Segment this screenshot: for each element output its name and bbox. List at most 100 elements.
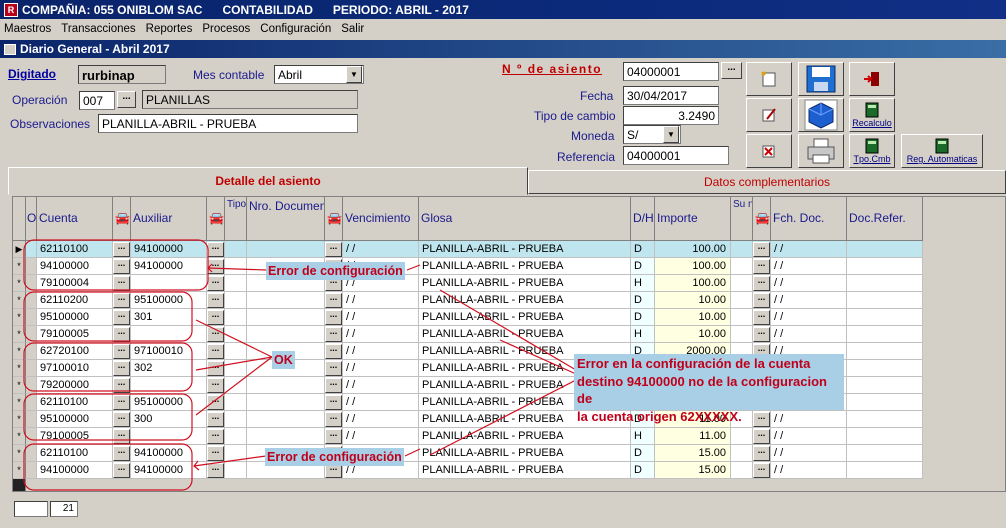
cell-doc-refer[interactable] bbox=[847, 360, 923, 377]
cell-auxiliar[interactable]: 94100000 bbox=[131, 241, 207, 258]
cell-o[interactable] bbox=[26, 258, 37, 275]
cell-glosa[interactable]: PLANILLA-ABRIL - PRUEBA bbox=[419, 258, 631, 275]
edit-record-button[interactable] bbox=[746, 98, 792, 132]
row-indicator[interactable]: * bbox=[13, 445, 26, 462]
cell-doc-refer[interactable] bbox=[847, 241, 923, 258]
cell-importe[interactable]: 10.00 bbox=[655, 309, 731, 326]
process-button[interactable] bbox=[798, 98, 844, 132]
cell-tipo-doc[interactable] bbox=[225, 309, 247, 326]
row-indicator[interactable]: * bbox=[13, 462, 26, 479]
new-row[interactable] bbox=[13, 479, 1005, 491]
save-button[interactable] bbox=[798, 62, 844, 96]
cell-nro-documento[interactable] bbox=[247, 292, 325, 309]
cell-dh[interactable]: D bbox=[631, 309, 655, 326]
auxiliar-lookup-button[interactable]: ... bbox=[207, 378, 224, 393]
auxiliar-lookup-button[interactable]: ... bbox=[207, 463, 224, 478]
row-indicator[interactable]: * bbox=[13, 309, 26, 326]
tab-datos-complementarios[interactable]: Datos complementarios bbox=[528, 170, 1006, 194]
exit-button[interactable] bbox=[849, 62, 895, 96]
cell-nro-documento[interactable] bbox=[247, 326, 325, 343]
auxiliar-lookup-button[interactable]: ... bbox=[207, 429, 224, 444]
row-indicator[interactable]: * bbox=[13, 411, 26, 428]
cell-cuenta[interactable]: 79100004 bbox=[37, 275, 113, 292]
cell-dh[interactable]: D bbox=[631, 258, 655, 275]
cuenta-lookup-button[interactable]: ... bbox=[113, 446, 130, 461]
operacion-code-field[interactable]: 007 bbox=[79, 91, 115, 110]
nro-doc-lookup-button[interactable]: ... bbox=[325, 293, 342, 308]
cuenta-lookup-button[interactable]: ... bbox=[113, 344, 130, 359]
nro-doc-lookup-button[interactable]: ... bbox=[325, 310, 342, 325]
cell-doc-refer[interactable] bbox=[847, 326, 923, 343]
cell-o[interactable] bbox=[26, 394, 37, 411]
auxiliar-lookup-button[interactable]: ... bbox=[207, 344, 224, 359]
cell-nro-documento[interactable] bbox=[247, 411, 325, 428]
cell-importe[interactable]: 15.00 bbox=[655, 445, 731, 462]
cell-doc-refer[interactable] bbox=[847, 462, 923, 479]
cell-sunat[interactable] bbox=[731, 445, 753, 462]
print-button[interactable] bbox=[798, 134, 844, 168]
cell-cuenta[interactable]: 62720100 bbox=[37, 343, 113, 360]
table-row[interactable]: * 79200000......... / / PLANILLA-ABRIL - PR… bbox=[13, 377, 1005, 394]
cell-importe[interactable]: 15.00 bbox=[655, 462, 731, 479]
cell-o[interactable] bbox=[26, 377, 37, 394]
cell-cuenta[interactable]: 79200000 bbox=[37, 377, 113, 394]
cell-tipo-doc[interactable] bbox=[225, 462, 247, 479]
asiento-field[interactable]: 04000001 bbox=[623, 62, 719, 81]
sunat-lookup-button[interactable]: ... bbox=[753, 446, 770, 461]
nro-doc-lookup-button[interactable]: ... bbox=[325, 361, 342, 376]
cell-auxiliar[interactable] bbox=[131, 275, 207, 292]
cell-tipo-doc[interactable] bbox=[225, 394, 247, 411]
cell-cuenta[interactable]: 62110100 bbox=[37, 394, 113, 411]
cell-auxiliar[interactable]: 94100000 bbox=[131, 258, 207, 275]
table-row[interactable]: *94100000...94100000....../ /PLANILLA-AB… bbox=[13, 258, 1005, 275]
cell-auxiliar[interactable] bbox=[131, 377, 207, 394]
menu-maestros[interactable]: Maestros bbox=[4, 23, 51, 35]
cell-glosa[interactable]: PLANILLA-ABRIL - PRUEBA bbox=[419, 462, 631, 479]
cell-dh[interactable]: H bbox=[631, 275, 655, 292]
cell-doc-refer[interactable] bbox=[847, 411, 923, 428]
cell-doc-refer[interactable] bbox=[847, 275, 923, 292]
cuenta-lookup-button[interactable]: ... bbox=[113, 242, 130, 257]
row-indicator[interactable]: * bbox=[13, 428, 26, 445]
cell-fch-doc[interactable]: / / bbox=[771, 326, 847, 343]
cell-cuenta[interactable]: 62110100 bbox=[37, 241, 113, 258]
nro-doc-lookup-button[interactable]: ... bbox=[325, 395, 342, 410]
referencia-field[interactable]: 04000001 bbox=[623, 146, 729, 165]
cell-o[interactable] bbox=[26, 326, 37, 343]
tipo-cambio-field[interactable]: 3.2490 bbox=[623, 106, 719, 125]
auxiliar-lookup-button[interactable]: ... bbox=[207, 276, 224, 291]
row-indicator[interactable]: * bbox=[13, 326, 26, 343]
cell-auxiliar[interactable]: 94100000 bbox=[131, 445, 207, 462]
tab-detalle-asiento[interactable]: Detalle del asiento bbox=[8, 167, 528, 195]
cell-dh[interactable]: D bbox=[631, 292, 655, 309]
cell-cuenta[interactable]: 79100005 bbox=[37, 326, 113, 343]
sunat-lookup-button[interactable]: ... bbox=[753, 310, 770, 325]
cell-tipo-doc[interactable] bbox=[225, 343, 247, 360]
cell-doc-refer[interactable] bbox=[847, 445, 923, 462]
cell-vencimiento[interactable]: / / bbox=[343, 241, 419, 258]
cell-glosa[interactable]: PLANILLA-ABRIL - PRUEBA bbox=[419, 428, 631, 445]
cell-sunat[interactable] bbox=[731, 241, 753, 258]
cell-doc-refer[interactable] bbox=[847, 377, 923, 394]
nro-doc-lookup-button[interactable]: ... bbox=[325, 378, 342, 393]
cell-importe[interactable]: 100.00 bbox=[655, 275, 731, 292]
cell-dh[interactable]: D bbox=[631, 462, 655, 479]
cell-doc-refer[interactable] bbox=[847, 292, 923, 309]
cell-importe[interactable]: 11.00 bbox=[655, 428, 731, 445]
menu-transacciones[interactable]: Transacciones bbox=[61, 23, 135, 35]
cuenta-lookup-button[interactable]: ... bbox=[113, 378, 130, 393]
cell-o[interactable] bbox=[26, 360, 37, 377]
cell-sunat[interactable] bbox=[731, 309, 753, 326]
cell-tipo-doc[interactable] bbox=[225, 275, 247, 292]
cell-auxiliar[interactable]: 301 bbox=[131, 309, 207, 326]
sunat-lookup-button[interactable]: ... bbox=[753, 293, 770, 308]
cell-auxiliar[interactable]: 95100000 bbox=[131, 292, 207, 309]
cell-cuenta[interactable]: 62110100 bbox=[37, 445, 113, 462]
cell-doc-refer[interactable] bbox=[847, 343, 923, 360]
cell-o[interactable] bbox=[26, 241, 37, 258]
cell-sunat[interactable] bbox=[731, 326, 753, 343]
cell-vencimiento[interactable]: / / bbox=[343, 326, 419, 343]
cell-importe[interactable]: 100.00 bbox=[655, 258, 731, 275]
cell-fch-doc[interactable]: / / bbox=[771, 275, 847, 292]
auxiliar-lookup-button[interactable]: ... bbox=[207, 412, 224, 427]
